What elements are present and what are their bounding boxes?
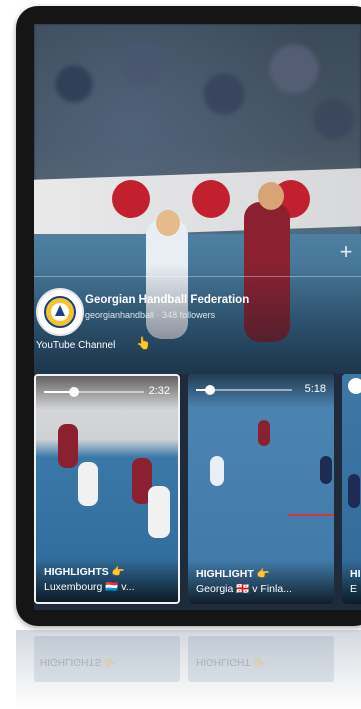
hero-gradient: [34, 264, 361, 376]
video-duration: 5:18: [304, 383, 326, 395]
video-title: HI: [350, 568, 361, 580]
video-title: HIGHLIGHT 👉: [196, 568, 270, 580]
video-progress-bar[interactable]: [196, 385, 292, 395]
channel-name[interactable]: Georgian Handball Federation: [85, 294, 249, 306]
player-figure: [258, 420, 270, 446]
player-figure: [320, 456, 332, 484]
player-figure: [58, 424, 78, 468]
player-head: [258, 182, 284, 210]
progress-knob[interactable]: [69, 387, 79, 397]
video-carousel[interactable]: 2:32 HIGHLIGHTS 👉 Luxembourg 🇱🇺 v... 5:1…: [34, 374, 361, 610]
crowd-background: [34, 24, 361, 164]
player-figure: [148, 486, 170, 538]
check-icon: [348, 378, 361, 394]
video-card[interactable]: 5:18 HIGHLIGHT 👉 Georgia 🇬🇪 v Finla...: [188, 374, 334, 604]
channel-meta: georgianhandball · 348 followers: [85, 310, 216, 320]
divider-line: [34, 276, 361, 277]
caption-gradient: [342, 560, 361, 604]
sponsor-logo: [192, 180, 230, 218]
video-progress-bar[interactable]: [44, 387, 144, 397]
video-card[interactable]: 2:32 HIGHLIGHTS 👉 Luxembourg 🇱🇺 v...: [34, 374, 180, 604]
player-head: [156, 210, 180, 236]
reflection: HIGHLIGHTS 👉 HIGHLIGHT 👉: [16, 630, 361, 709]
reflection-text: HIGHLIGHTS 👉: [40, 656, 117, 667]
app-screen: + Georgian Handball Federation georgianh…: [34, 24, 361, 610]
player-figure: [348, 474, 360, 508]
goal-post: [288, 514, 334, 516]
video-card[interactable]: HI E: [342, 374, 361, 604]
hero-video[interactable]: + Georgian Handball Federation georgianh…: [34, 24, 361, 376]
pointing-hand-icon: 👆: [136, 336, 151, 350]
youtube-channel-link[interactable]: YouTube Channel: [36, 340, 115, 351]
channel-avatar[interactable]: [36, 288, 84, 336]
add-icon[interactable]: +: [334, 240, 358, 264]
reflection-text: HIGHLIGHT 👉: [196, 656, 266, 667]
player-figure: [78, 462, 98, 506]
video-duration: 2:32: [148, 385, 170, 397]
video-title: HIGHLIGHTS 👉: [44, 566, 125, 578]
player-figure: [210, 456, 224, 486]
video-subtitle: E: [350, 583, 358, 595]
video-subtitle: Luxembourg 🇱🇺 v...: [44, 581, 135, 593]
video-subtitle: Georgia 🇬🇪 v Finla...: [196, 583, 292, 595]
federation-logo-icon: [44, 296, 76, 328]
sponsor-logo: [112, 180, 150, 218]
